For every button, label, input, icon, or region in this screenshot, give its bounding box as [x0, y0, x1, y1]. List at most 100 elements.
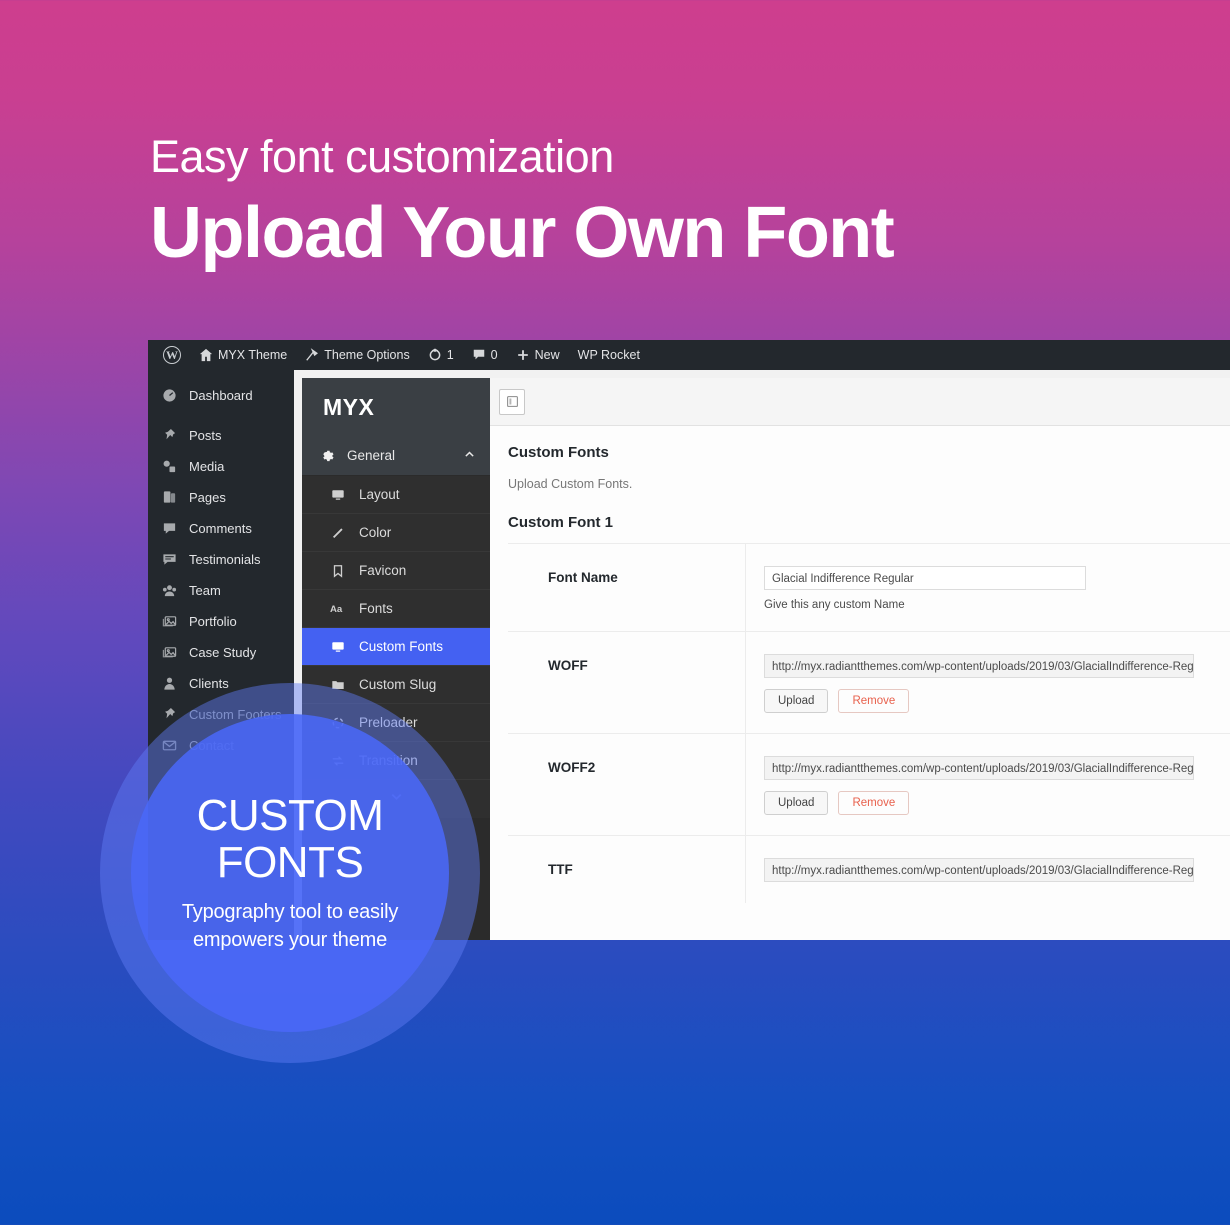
options-brand: MYX [302, 378, 490, 436]
woff-button-row: Upload Remove [764, 689, 1230, 713]
gear-icon [319, 447, 334, 465]
badge-title-line1: CUSTOM [196, 790, 384, 840]
pin-icon [161, 427, 178, 444]
svg-text:Aa: Aa [330, 604, 343, 615]
home-icon [199, 348, 213, 362]
options-label-layout: Layout [359, 487, 400, 502]
field-label-woff: WOFF [508, 632, 746, 733]
expand-panel-icon[interactable] [499, 388, 525, 415]
badge-title-line2: FONTS [216, 837, 364, 887]
woff-upload-button[interactable]: Upload [764, 689, 829, 713]
ttf-url-input[interactable]: http://myx.radiantthemes.com/wp-content/… [764, 858, 1194, 882]
field-row-font-name: Font Name Glacial Indifference Regular G… [508, 543, 1230, 631]
hero-eyebrow: Easy font customization [150, 131, 614, 182]
admin-bar-label-comments: 0 [490, 348, 498, 362]
field-control-woff2: http://myx.radiantthemes.com/wp-content/… [746, 734, 1230, 835]
subsection-title: Custom Font 1 [508, 514, 613, 531]
comment-icon [472, 348, 486, 362]
custom-fonts-badge: CUSTOM FONTS Typography tool to easily e… [100, 683, 480, 1063]
woff-url-input[interactable]: http://myx.radiantthemes.com/wp-content/… [764, 654, 1194, 678]
sidebar-item-portfolio[interactable]: Portfolio [148, 606, 294, 637]
page-description: Upload Custom Fonts. [508, 477, 633, 491]
wp-admin-bar: W MYX Theme Theme Options 1 0 New WP Roc… [148, 340, 1230, 370]
plus-icon [516, 348, 530, 362]
woff2-button-row: Upload Remove [764, 791, 1230, 815]
field-row-woff2: WOFF2 http://myx.radiantthemes.com/wp-co… [508, 733, 1230, 835]
sidebar-item-media[interactable]: Media [148, 451, 294, 482]
sidebar-label-pages: Pages [189, 490, 226, 505]
woff2-remove-button[interactable]: Remove [838, 791, 910, 815]
clients-icon [161, 675, 178, 692]
field-control-ttf: http://myx.radiantthemes.com/wp-content/… [746, 836, 1230, 903]
portfolio-icon [161, 613, 178, 630]
sidebar-label-team: Team [189, 583, 221, 598]
sidebar-label-portfolio: Portfolio [189, 614, 237, 629]
field-label-woff2: WOFF2 [508, 734, 746, 835]
options-toolbar: Save Changes Reset [490, 378, 1230, 426]
options-content: Custom Fonts Upload Custom Fonts. Custom… [490, 426, 1230, 903]
field-row-woff: WOFF http://myx.radiantthemes.com/wp-con… [508, 631, 1230, 733]
options-label-custom-slug: Custom Slug [359, 677, 437, 692]
sidebar-label-testimonials: Testimonials [189, 552, 261, 567]
sidebar-item-case-study[interactable]: Case Study [148, 637, 294, 668]
hero-title: Upload Your Own Font [150, 192, 895, 273]
sidebar-item-posts[interactable]: Posts [148, 420, 294, 451]
custom-fonts-badge-inner: CUSTOM FONTS Typography tool to easily e… [131, 714, 449, 1032]
team-icon [161, 582, 178, 599]
options-group-general[interactable]: General [302, 436, 490, 476]
options-item-fonts[interactable]: Aa Fonts [302, 590, 490, 628]
monitor-icon [330, 640, 346, 654]
sidebar-item-testimonials[interactable]: Testimonials [148, 544, 294, 575]
options-group-label: General [347, 448, 396, 463]
woff2-url-input[interactable]: http://myx.radiantthemes.com/wp-content/… [764, 756, 1194, 780]
custom-font-fields: Font Name Glacial Indifference Regular G… [508, 543, 1230, 903]
field-control-woff: http://myx.radiantthemes.com/wp-content/… [746, 632, 1230, 733]
field-label-font-name: Font Name [508, 544, 746, 631]
sidebar-item-team[interactable]: Team [148, 575, 294, 606]
field-control-font-name: Glacial Indifference Regular Give this a… [746, 544, 1230, 631]
testimonials-icon [161, 551, 178, 568]
admin-bar-item-wp-rocket[interactable]: WP Rocket [569, 340, 649, 370]
media-icon [161, 458, 178, 475]
options-item-custom-fonts[interactable]: Custom Fonts [302, 628, 490, 666]
dashboard-icon [161, 387, 178, 404]
options-item-layout[interactable]: Layout [302, 476, 490, 514]
options-item-favicon[interactable]: Favicon [302, 552, 490, 590]
monitor-icon [330, 488, 346, 502]
options-item-color[interactable]: Color [302, 514, 490, 552]
badge-subtitle-line2: empowers your theme [192, 929, 388, 952]
admin-bar-label-new: New [534, 348, 560, 362]
admin-bar-label-wp-rocket: WP Rocket [577, 348, 640, 362]
options-label-custom-fonts: Custom Fonts [359, 639, 444, 654]
wp-logo-menu[interactable]: W [154, 340, 190, 370]
font-name-input[interactable]: Glacial Indifference Regular [764, 566, 1086, 590]
sidebar-label-posts: Posts [189, 428, 222, 443]
badge-subtitle-line1: Typography tool to easily [181, 900, 399, 923]
options-label-fonts: Fonts [359, 601, 393, 616]
updates-icon [428, 348, 442, 362]
bookmark-icon [330, 564, 346, 578]
sidebar-item-pages[interactable]: Pages [148, 482, 294, 513]
customize-icon [305, 348, 319, 362]
admin-bar-item-site[interactable]: MYX Theme [190, 340, 296, 370]
case-study-icon [161, 644, 178, 661]
sidebar-item-dashboard[interactable]: Dashboard [148, 380, 294, 411]
sidebar-item-comments[interactable]: Comments [148, 513, 294, 544]
admin-bar-item-updates[interactable]: 1 [419, 340, 463, 370]
admin-bar-item-new[interactable]: New [507, 340, 569, 370]
chevron-up-icon [463, 448, 476, 464]
admin-bar-item-comments[interactable]: 0 [463, 340, 507, 370]
admin-bar-label-site: MYX Theme [218, 348, 288, 362]
sidebar-label-case-study: Case Study [189, 645, 257, 660]
admin-bar-item-theme-options[interactable]: Theme Options [296, 340, 418, 370]
options-label-color: Color [359, 525, 392, 540]
brush-icon [330, 526, 346, 540]
woff2-upload-button[interactable]: Upload [764, 791, 829, 815]
woff-remove-button[interactable]: Remove [838, 689, 910, 713]
hero-headline: Easy font customization Upload Your Own … [150, 131, 1100, 273]
admin-bar-label-updates: 1 [446, 348, 454, 362]
pages-icon [161, 489, 178, 506]
sidebar-label-media: Media [189, 459, 225, 474]
options-label-favicon: Favicon [359, 563, 407, 578]
field-help-font-name: Give this any custom Name [764, 599, 905, 611]
